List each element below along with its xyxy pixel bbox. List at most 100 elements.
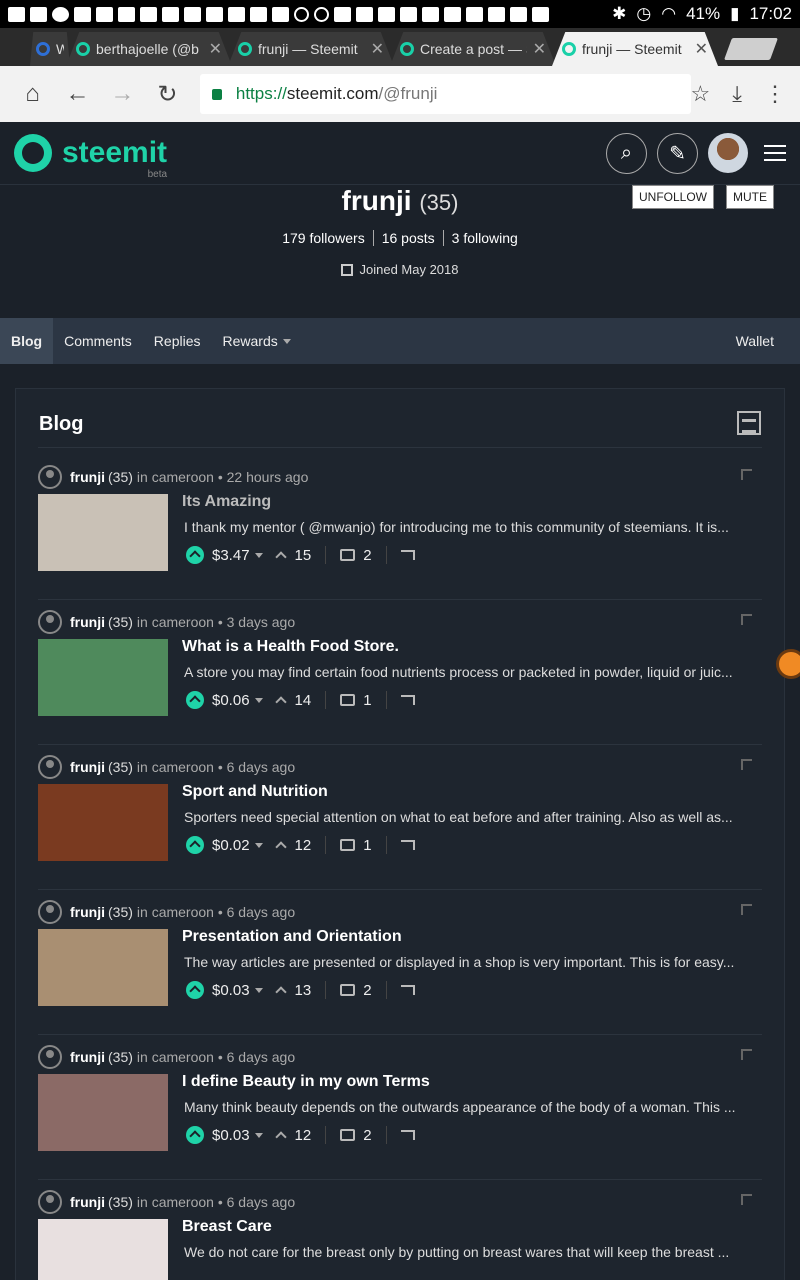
steemit-logo-icon[interactable]	[14, 134, 52, 172]
back-button[interactable]: ←	[55, 74, 100, 114]
tab-create-post[interactable]: Create a post — S ✕	[390, 32, 556, 66]
post-thumbnail[interactable]	[38, 1219, 168, 1280]
close-tab-icon[interactable]: ✕	[371, 39, 384, 59]
tab-blog[interactable]: Blog	[0, 318, 54, 364]
close-tab-icon[interactable]: ✕	[533, 39, 546, 59]
download-icon[interactable]: ⤓	[732, 81, 742, 107]
post-excerpt[interactable]: We do not care for the breast only by pu…	[184, 1244, 762, 1260]
flag-icon[interactable]	[741, 469, 752, 480]
upvote-icon[interactable]	[186, 981, 204, 999]
post-author[interactable]: frunji	[70, 469, 105, 485]
post-title[interactable]: I define Beauty in my own Terms	[182, 1073, 430, 1091]
tab-rewards[interactable]: Rewards	[212, 318, 302, 364]
upvote-icon[interactable]	[186, 691, 204, 709]
flag-icon[interactable]	[741, 1049, 752, 1060]
post-excerpt[interactable]: I thank my mentor ( @mwanjo) for introdu…	[184, 519, 762, 535]
tab-comments[interactable]: Comments	[53, 318, 143, 364]
comment-count[interactable]: 1	[363, 837, 371, 854]
posts-count[interactable]: 16 posts	[372, 230, 443, 246]
post-title[interactable]: What is a Health Food Store.	[182, 638, 399, 656]
chevron-down-icon[interactable]	[254, 697, 263, 703]
floating-video-icon[interactable]	[776, 649, 800, 679]
upvote-icon[interactable]	[186, 836, 204, 854]
post-title[interactable]: Sport and Nutrition	[182, 783, 328, 801]
bookmark-star-icon[interactable]: ☆	[691, 81, 711, 107]
upvote-icon[interactable]	[186, 1126, 204, 1144]
forward-button[interactable]: →	[100, 74, 145, 114]
chevron-down-icon[interactable]	[254, 1132, 263, 1138]
hamburger-menu-icon[interactable]	[764, 145, 786, 161]
post-thumbnail[interactable]	[38, 784, 168, 861]
comment-count[interactable]: 2	[363, 982, 371, 999]
tab-wallet[interactable]: Wallet	[725, 318, 800, 364]
author-avatar-icon[interactable]	[38, 1190, 62, 1214]
post-title[interactable]: Presentation and Orientation	[182, 928, 402, 946]
site-brand[interactable]: steemit beta	[62, 136, 167, 180]
author-avatar-icon[interactable]	[38, 465, 62, 489]
home-button[interactable]: ⌂	[10, 74, 55, 114]
tab-replies[interactable]: Replies	[143, 318, 212, 364]
post-thumbnail[interactable]	[38, 1074, 168, 1151]
flag-icon[interactable]	[741, 1194, 752, 1205]
write-post-button[interactable]: ✎	[657, 132, 698, 174]
vote-count[interactable]: 12	[295, 1127, 312, 1144]
post-thumbnail[interactable]	[38, 639, 168, 716]
post-item[interactable]: frunji (35) in cameroon • 6 days ago Presen…	[38, 890, 762, 1035]
author-avatar-icon[interactable]	[38, 755, 62, 779]
payout-value[interactable]: $0.03	[212, 1127, 250, 1144]
comment-count[interactable]: 2	[363, 1127, 371, 1144]
payout-value[interactable]: $0.02	[212, 837, 250, 854]
flag-icon[interactable]	[741, 614, 752, 625]
author-avatar-icon[interactable]	[38, 610, 62, 634]
post-title[interactable]: Breast Care	[182, 1218, 272, 1236]
tab-wordpress[interactable]: W	[30, 32, 70, 66]
tab-frunji-steemit-active[interactable]: frunji — Steemit ✕	[552, 32, 718, 66]
author-avatar-icon[interactable]	[38, 1045, 62, 1069]
post-excerpt[interactable]: The way articles are presented or displa…	[184, 954, 762, 970]
flag-icon[interactable]	[741, 759, 752, 770]
chevron-down-icon[interactable]	[254, 987, 263, 993]
post-item[interactable]: frunji (35) in cameroon • 22 hours ago Its …	[38, 455, 762, 600]
payout-value[interactable]: $3.47	[212, 547, 250, 564]
post-title[interactable]: Its Amazing	[182, 493, 271, 511]
new-tab-button[interactable]	[723, 38, 779, 60]
post-author[interactable]: frunji	[70, 759, 105, 775]
post-author[interactable]: frunji	[70, 1194, 105, 1210]
unfollow-button[interactable]: UNFOLLOW	[631, 185, 714, 209]
tab-berthajoelle[interactable]: berthajoelle (@b ✕	[66, 32, 232, 66]
resteem-icon[interactable]	[400, 840, 415, 850]
reload-button[interactable]: ↻	[145, 74, 190, 114]
user-avatar[interactable]	[708, 133, 748, 173]
post-item[interactable]: frunji (35) in cameroon • 3 days ago What i…	[38, 600, 762, 745]
resteem-icon[interactable]	[400, 695, 415, 705]
vote-count[interactable]: 15	[295, 547, 312, 564]
menu-dots-icon[interactable]: ⋮	[764, 81, 786, 107]
post-author[interactable]: frunji	[70, 614, 105, 630]
post-thumbnail[interactable]	[38, 494, 168, 571]
resteem-icon[interactable]	[400, 985, 415, 995]
flag-icon[interactable]	[741, 904, 752, 915]
chevron-down-icon[interactable]	[254, 552, 263, 558]
post-author[interactable]: frunji	[70, 1049, 105, 1065]
vote-count[interactable]: 12	[295, 837, 312, 854]
post-excerpt[interactable]: Many think beauty depends on the outward…	[184, 1099, 762, 1115]
layout-toggle-icon[interactable]	[737, 411, 761, 435]
upvote-icon[interactable]	[186, 546, 204, 564]
mute-button[interactable]: MUTE	[726, 185, 774, 209]
address-bar[interactable]: https://steemit.com/@frunji	[199, 74, 691, 114]
post-item[interactable]: frunji (35) in cameroon • 6 days ago Sport …	[38, 745, 762, 890]
vote-count[interactable]: 14	[295, 692, 312, 709]
comment-count[interactable]: 2	[363, 547, 371, 564]
close-tab-icon[interactable]: ✕	[695, 39, 708, 59]
resteem-icon[interactable]	[400, 550, 415, 560]
post-item[interactable]: frunji (35) in cameroon • 6 days ago I defi…	[38, 1035, 762, 1180]
author-avatar-icon[interactable]	[38, 900, 62, 924]
vote-count[interactable]: 13	[295, 982, 312, 999]
payout-value[interactable]: $0.06	[212, 692, 250, 709]
resteem-icon[interactable]	[400, 1130, 415, 1140]
chevron-down-icon[interactable]	[254, 842, 263, 848]
tab-frunji-steemit[interactable]: frunji — Steemit ✕	[228, 32, 394, 66]
post-item[interactable]: frunji (35) in cameroon • 6 days ago Breast…	[38, 1180, 762, 1280]
post-excerpt[interactable]: A store you may find certain food nutrie…	[184, 664, 762, 680]
post-excerpt[interactable]: Sporters need special attention on what …	[184, 809, 762, 825]
